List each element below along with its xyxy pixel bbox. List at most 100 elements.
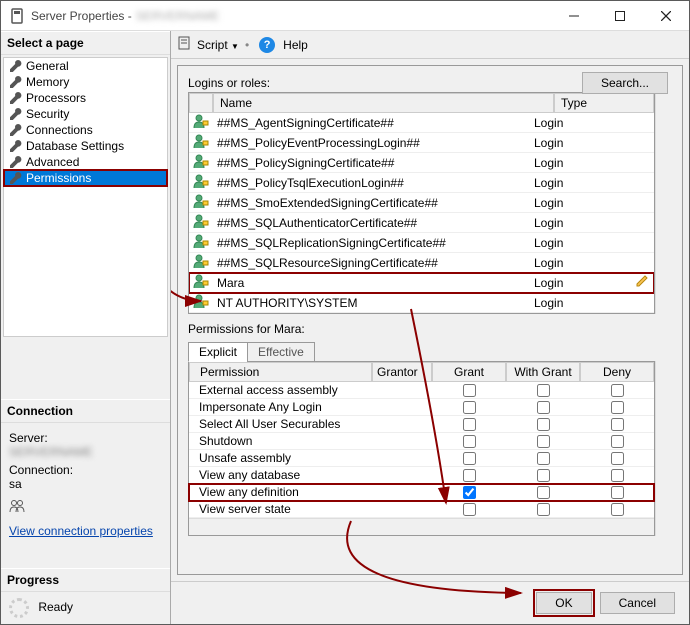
logins-scrollbar[interactable] xyxy=(655,92,672,314)
close-button[interactable] xyxy=(643,1,689,31)
tab-effective[interactable]: Effective xyxy=(247,342,315,362)
permission-row[interactable]: View any database xyxy=(189,467,654,484)
login-row[interactable]: NT AUTHORITY\SYSTEMLogin xyxy=(189,293,654,313)
grant-checkbox[interactable] xyxy=(463,435,476,448)
login-row[interactable]: MaraLogin xyxy=(189,273,654,293)
permission-row[interactable]: External access assembly xyxy=(189,382,654,399)
grant-checkbox[interactable] xyxy=(463,418,476,431)
ok-button[interactable]: OK xyxy=(536,592,591,614)
permission-row[interactable]: View any definition xyxy=(189,484,654,501)
deny-checkbox[interactable] xyxy=(611,435,624,448)
withgrant-checkbox[interactable] xyxy=(537,418,550,431)
page-label: Database Settings xyxy=(26,139,124,153)
login-row[interactable]: ##MS_SQLResourceSigningCertificate##Logi… xyxy=(189,253,654,273)
col-withgrant[interactable]: With Grant xyxy=(506,362,580,382)
maximize-button[interactable] xyxy=(597,1,643,31)
permission-grantor xyxy=(372,416,432,432)
login-type: Login xyxy=(530,275,630,291)
row-action-icon[interactable] xyxy=(630,274,654,291)
permission-name: View any definition xyxy=(189,484,372,500)
view-connection-properties-link[interactable]: View connection properties xyxy=(9,524,153,538)
permission-name: View server state xyxy=(189,501,372,517)
login-type: Login xyxy=(530,115,630,131)
login-row[interactable]: ##MS_PolicyEventProcessingLogin##Login xyxy=(189,133,654,153)
withgrant-checkbox[interactable] xyxy=(537,384,550,397)
withgrant-checkbox[interactable] xyxy=(537,401,550,414)
permission-name: Unsafe assembly xyxy=(189,450,372,466)
login-row[interactable]: ##MS_PolicySigningCertificate##Login xyxy=(189,153,654,173)
page-item-connections[interactable]: Connections xyxy=(4,122,167,138)
deny-checkbox[interactable] xyxy=(611,384,624,397)
col-permission[interactable]: Permission xyxy=(189,362,372,382)
login-row[interactable]: ##MS_PolicyTsqlExecutionLogin##Login xyxy=(189,173,654,193)
login-row[interactable]: ##MS_SQLAuthenticatorCertificate##Login xyxy=(189,213,654,233)
deny-checkbox[interactable] xyxy=(611,503,624,516)
withgrant-checkbox[interactable] xyxy=(537,469,550,482)
page-item-general[interactable]: General xyxy=(4,58,167,74)
script-icon xyxy=(177,35,193,54)
script-dropdown[interactable]: Script ▼ xyxy=(197,38,239,52)
deny-checkbox[interactable] xyxy=(611,469,624,482)
permission-row[interactable]: Shutdown xyxy=(189,433,654,450)
deny-checkbox[interactable] xyxy=(611,486,624,499)
withgrant-checkbox[interactable] xyxy=(537,486,550,499)
col-deny[interactable]: Deny xyxy=(580,362,654,382)
page-item-security[interactable]: Security xyxy=(4,106,167,122)
server-value: SERVERNAME xyxy=(9,445,162,459)
connection-info: Server: SERVERNAME Connection: sa View c… xyxy=(1,423,170,542)
cancel-button[interactable]: Cancel xyxy=(600,592,675,614)
titlebar[interactable]: Server Properties -SERVERNAME xyxy=(1,1,689,31)
grant-checkbox[interactable] xyxy=(463,384,476,397)
permission-row[interactable]: Unsafe assembly xyxy=(189,450,654,467)
page-item-permissions[interactable]: Permissions xyxy=(4,170,167,186)
login-type: Login xyxy=(530,255,630,271)
page-item-memory[interactable]: Memory xyxy=(4,74,167,90)
deny-checkbox[interactable] xyxy=(611,452,624,465)
search-button[interactable]: Search... xyxy=(582,72,668,94)
content-panel: Logins or roles: Search... Name Type ##M… xyxy=(177,65,683,575)
grant-checkbox[interactable] xyxy=(463,401,476,414)
page-item-database-settings[interactable]: Database Settings xyxy=(4,138,167,154)
permissions-grid[interactable]: Permission Grantor Grant With Grant Deny… xyxy=(188,361,655,536)
wrench-icon xyxy=(8,139,22,153)
permissions-hscrollbar[interactable] xyxy=(189,518,654,535)
withgrant-checkbox[interactable] xyxy=(537,452,550,465)
col-grantor[interactable]: Grantor xyxy=(372,362,432,382)
left-pane: Select a page GeneralMemoryProcessorsSec… xyxy=(1,31,171,624)
logins-grid[interactable]: Name Type ##MS_AgentSigningCertificate##… xyxy=(188,92,655,314)
progress-state: Ready xyxy=(38,600,73,614)
grant-checkbox[interactable] xyxy=(463,503,476,516)
permissions-scrollbar[interactable] xyxy=(655,361,672,536)
col-type[interactable]: Type xyxy=(554,93,654,113)
login-row[interactable]: ##MS_SQLReplicationSigningCertificate##L… xyxy=(189,233,654,253)
grant-checkbox[interactable] xyxy=(463,486,476,499)
withgrant-checkbox[interactable] xyxy=(537,435,550,448)
page-item-advanced[interactable]: Advanced xyxy=(4,154,167,170)
page-item-processors[interactable]: Processors xyxy=(4,90,167,106)
server-label: Server: xyxy=(9,431,162,445)
login-row[interactable]: ##MS_SmoExtendedSigningCertificate##Logi… xyxy=(189,193,654,213)
permission-row[interactable]: Select All User Securables xyxy=(189,416,654,433)
grant-checkbox[interactable] xyxy=(463,452,476,465)
login-name: ##MS_AgentSigningCertificate## xyxy=(213,115,530,131)
permission-name: View any database xyxy=(189,467,372,483)
help-icon[interactable]: ? xyxy=(259,37,275,53)
minimize-button[interactable] xyxy=(551,1,597,31)
withgrant-checkbox[interactable] xyxy=(537,503,550,516)
help-label[interactable]: Help xyxy=(283,38,308,52)
page-label: Security xyxy=(26,107,69,121)
deny-checkbox[interactable] xyxy=(611,418,624,431)
col-name[interactable]: Name xyxy=(213,93,554,113)
deny-checkbox[interactable] xyxy=(611,401,624,414)
login-row[interactable]: ##MS_AgentSigningCertificate##Login xyxy=(189,113,654,133)
page-list[interactable]: GeneralMemoryProcessorsSecurityConnectio… xyxy=(3,57,168,337)
grant-checkbox[interactable] xyxy=(463,469,476,482)
tab-explicit[interactable]: Explicit xyxy=(188,342,248,362)
page-label: Permissions xyxy=(26,171,91,185)
permission-row[interactable]: View server state xyxy=(189,501,654,518)
wrench-icon xyxy=(8,75,22,89)
wrench-icon xyxy=(8,155,22,169)
permission-tabs: Explicit Effective xyxy=(188,342,672,362)
col-grant[interactable]: Grant xyxy=(432,362,506,382)
permission-row[interactable]: Impersonate Any Login xyxy=(189,399,654,416)
